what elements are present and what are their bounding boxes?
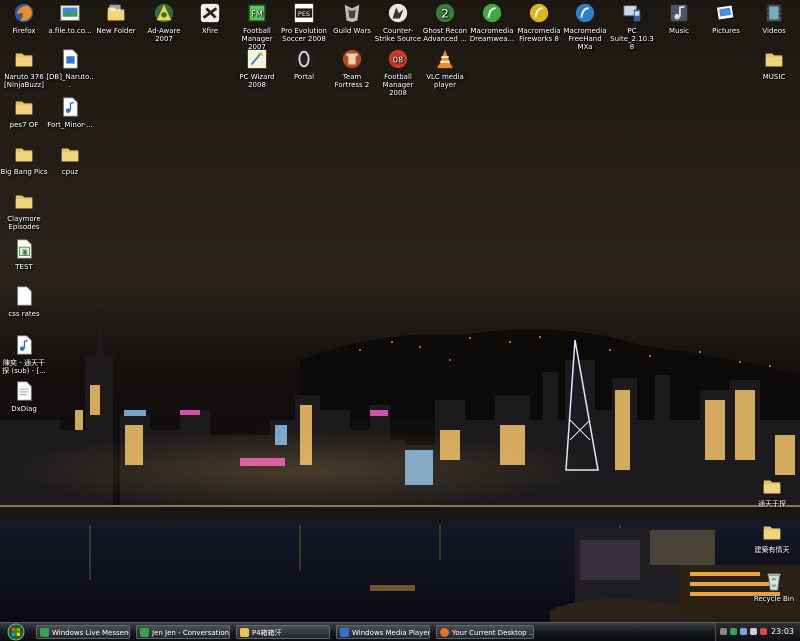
music-folder-icon bbox=[670, 4, 688, 22]
svg-text:08: 08 bbox=[393, 55, 404, 65]
folder-icon bbox=[763, 480, 781, 494]
video-file-icon bbox=[63, 49, 78, 69]
desktop-icon-music[interactable]: Music bbox=[655, 2, 703, 35]
counter-strike-icon bbox=[388, 3, 408, 23]
start-button[interactable] bbox=[3, 623, 29, 641]
document-icon bbox=[17, 286, 32, 306]
guild-wars-icon bbox=[344, 4, 360, 23]
ad-aware-icon bbox=[154, 3, 174, 23]
team-fortress-icon bbox=[342, 49, 362, 69]
svg-text:2: 2 bbox=[441, 7, 449, 21]
taskbar-button-folder[interactable]: P4箱箱汗 bbox=[236, 625, 330, 639]
desktop-icon-music-folder[interactable]: MUSIC bbox=[750, 48, 798, 81]
desktop-icon-fort-minor[interactable]: Fort_Minor-... bbox=[46, 96, 94, 129]
folder-icon bbox=[15, 53, 33, 67]
desktop-icon-videos[interactable]: Videos bbox=[750, 2, 798, 35]
desktop-icon-ad-aware[interactable]: Ad-Aware 2007 bbox=[140, 2, 188, 43]
videos-folder-icon bbox=[766, 4, 782, 22]
image-file-icon bbox=[60, 5, 80, 21]
desktop-icon-pc-wizard[interactable]: PC Wizard 2008 bbox=[233, 48, 281, 89]
portal-icon bbox=[294, 49, 314, 69]
folder-icon bbox=[240, 628, 249, 637]
tray-volume-icon[interactable] bbox=[750, 628, 757, 635]
tray-arrow-icon[interactable] bbox=[720, 628, 727, 635]
desktop-icon-new-folder[interactable]: New Folder bbox=[92, 2, 140, 35]
desktop-icon-chinese-folder-2[interactable]: 建築有情天 bbox=[748, 521, 796, 554]
desktop-icon-counter-strike[interactable]: Counter-Strike Source bbox=[374, 2, 422, 43]
desktop-icon-chinese-folder-1[interactable]: 通天干探 bbox=[748, 475, 796, 508]
pictures-folder-icon bbox=[717, 5, 734, 20]
tray-messenger-icon[interactable] bbox=[730, 628, 737, 635]
folder-icon bbox=[765, 53, 783, 67]
system-tray: 23:03 bbox=[715, 623, 800, 641]
folder-icon bbox=[15, 195, 33, 209]
fireworks-icon bbox=[529, 3, 549, 23]
svg-text:PES: PES bbox=[298, 10, 310, 18]
audio-file-icon bbox=[17, 335, 32, 355]
desktop-icon-chinese-audio[interactable]: 陳奕 - 通天干探 (sub) - [... bbox=[0, 334, 48, 375]
firefox-icon bbox=[14, 3, 34, 23]
taskbar-button-messenger[interactable]: Windows Live Messenger bbox=[36, 625, 130, 639]
desktop-icon-portal[interactable]: Portal bbox=[280, 48, 328, 81]
pc-wizard-icon bbox=[247, 49, 267, 69]
media-player-icon bbox=[340, 628, 349, 637]
desktop-icon-football-manager-2007[interactable]: FM Football Manager 2007 bbox=[233, 2, 281, 51]
tray-security-icon[interactable] bbox=[760, 628, 767, 635]
folder-icon bbox=[107, 4, 125, 21]
desktop-icon-pc-suite[interactable]: PC Suite_2.10.38 bbox=[608, 2, 656, 51]
taskbar-button-media-player[interactable]: Windows Media Player bbox=[336, 625, 430, 639]
desktop-icon-team-fortress[interactable]: Team Fortress 2 bbox=[328, 48, 376, 89]
folder-icon bbox=[15, 101, 33, 115]
vlc-icon bbox=[437, 49, 453, 69]
messenger-icon bbox=[40, 628, 49, 637]
desktop-icon-dreamweaver[interactable]: Macromedia Dreamwea... bbox=[468, 2, 516, 43]
desktop-icon-image-file[interactable]: a.file.to.co... bbox=[46, 2, 94, 35]
desktop-icon-fireworks[interactable]: Macromedia Fireworks 8 bbox=[515, 2, 563, 43]
dreamweaver-icon bbox=[482, 3, 502, 23]
pes-2008-icon: PES bbox=[294, 3, 314, 23]
document-icon bbox=[17, 381, 32, 401]
clock[interactable]: 23:03 bbox=[771, 623, 794, 641]
desktop-icon-pes7-of[interactable]: pes7 OF bbox=[0, 96, 48, 129]
folder-icon bbox=[763, 526, 781, 540]
ghost-recon-icon: 2 bbox=[435, 3, 455, 23]
desktop-icon-cpuz[interactable]: cpuz bbox=[46, 143, 94, 176]
messenger-icon bbox=[140, 628, 149, 637]
desktop-icon-big-bang-pics[interactable]: Big Bang Pics bbox=[0, 143, 48, 176]
pc-suite-icon bbox=[623, 5, 641, 22]
taskbar: Windows Live Messenger Jen Jen - Convers… bbox=[0, 622, 800, 641]
desktop-icon-vlc[interactable]: VLC media player bbox=[421, 48, 469, 89]
recycle-bin-icon bbox=[767, 573, 781, 591]
svg-text:FM: FM bbox=[251, 9, 263, 19]
desktop-icon-freehand[interactable]: Macromedia FreeHand MXa bbox=[561, 2, 609, 51]
football-manager-2008-icon: 08 bbox=[388, 49, 408, 69]
desktop-icon-recycle-bin[interactable]: Recycle Bin bbox=[750, 570, 798, 603]
audio-file-icon bbox=[63, 97, 78, 117]
desktop-icon-football-manager-2008[interactable]: 08 Football Manager 2008 bbox=[374, 48, 422, 97]
tray-network-icon[interactable] bbox=[740, 628, 747, 635]
folder-icon bbox=[15, 148, 33, 162]
desktop-icon-xfire[interactable]: Xfire bbox=[186, 2, 234, 35]
freehand-icon bbox=[575, 3, 595, 23]
taskbar-button-conversation[interactable]: Jen Jen - Conversation bbox=[136, 625, 230, 639]
football-manager-2007-icon: FM bbox=[247, 3, 267, 23]
folder-icon bbox=[61, 148, 79, 162]
desktop-icon-css-rates[interactable]: css rates bbox=[0, 285, 48, 318]
desktop-icon-firefox[interactable]: Firefox bbox=[0, 2, 48, 35]
desktop-icon-ghost-recon[interactable]: 2 Ghost Recon Advanced ... bbox=[421, 2, 469, 43]
firefox-icon bbox=[440, 628, 449, 637]
desktop-icon-db-naruto[interactable]: [DB]_Naruto... bbox=[46, 48, 94, 89]
desktop-icon-test[interactable]: X TEST bbox=[0, 238, 48, 271]
desktop-icon-guild-wars[interactable]: Guild Wars bbox=[328, 2, 376, 35]
desktop-icon-pictures[interactable]: Pictures bbox=[702, 2, 750, 35]
svg-text:X: X bbox=[22, 248, 27, 256]
taskbar-button-firefox[interactable]: Your Current Desktop ... bbox=[436, 625, 534, 639]
spreadsheet-icon: X bbox=[17, 239, 32, 259]
desktop-icon-pes-2008[interactable]: PES Pro Evolution Soccer 2008 bbox=[280, 2, 328, 43]
desktop-icon-dxdiag[interactable]: DxDiag bbox=[0, 380, 48, 413]
desktop-icon-naruto-376[interactable]: Naruto 376 [NinjaBuzz] bbox=[0, 48, 48, 89]
desktop-icon-claymore[interactable]: Claymore Episodes bbox=[0, 190, 48, 231]
xfire-icon bbox=[200, 3, 220, 23]
